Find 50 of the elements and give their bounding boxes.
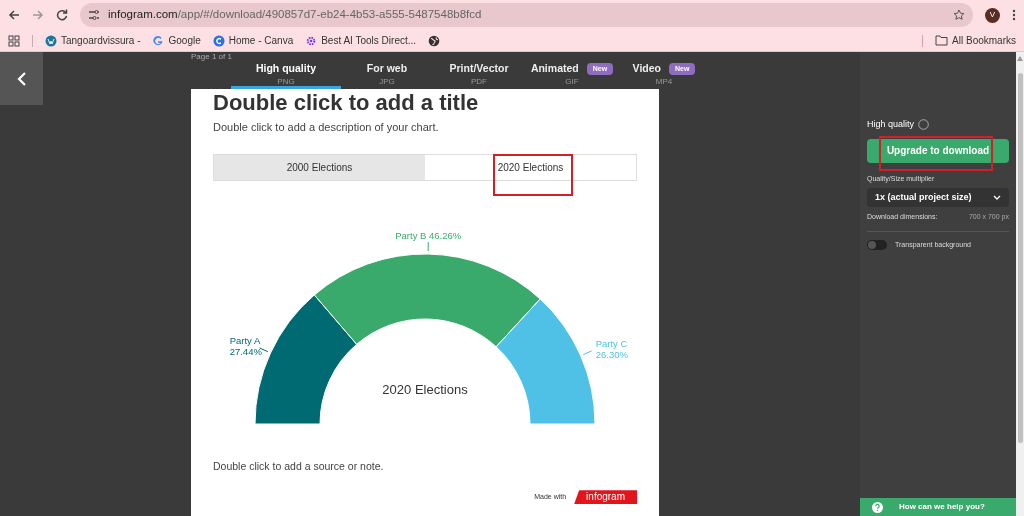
transparent-toggle[interactable] — [867, 239, 887, 250]
multiplier-select[interactable]: 1x (actual project size) — [867, 188, 1009, 207]
gear-icon — [305, 34, 318, 47]
globe-icon — [428, 34, 441, 47]
format-label: PNG — [277, 76, 295, 86]
question-icon — [872, 501, 883, 513]
bookmark-link[interactable]: Tangoardvissura - — [45, 33, 141, 48]
scroll-up-icon[interactable] — [1017, 56, 1023, 61]
bookmark-link[interactable] — [428, 34, 441, 47]
wordpress-icon — [45, 34, 57, 47]
all-bookmarks-link[interactable]: All Bookmarks — [935, 33, 1016, 48]
chart-center-label: 2020 Elections — [382, 381, 468, 397]
infogram-logo[interactable]: infogram — [574, 490, 637, 505]
bookmark-link[interactable]: Best AI Tools Direct... — [305, 33, 417, 48]
export-tab[interactable]: Print/Vector PDF — [433, 61, 525, 89]
profile-avatar[interactable]: V — [985, 7, 1000, 23]
chevron-down-icon — [993, 195, 1001, 200]
forward-icon[interactable] — [32, 9, 44, 21]
chevron-left-icon — [16, 71, 27, 86]
reload-icon[interactable] — [56, 9, 68, 21]
google-icon — [152, 34, 165, 47]
star-icon[interactable] — [953, 9, 965, 21]
slice-label: Party B 46.26% — [395, 229, 462, 241]
menu-icon[interactable] — [1012, 9, 1016, 21]
site-settings-icon[interactable] — [88, 9, 100, 21]
format-label: GIF — [565, 76, 579, 86]
bookmark-link[interactable]: Home - Canva — [212, 33, 294, 48]
format-label: PDF — [471, 76, 487, 86]
page-label: Page 1 of 1 — [191, 51, 232, 63]
address-bar[interactable]: infogram.com/app/#/download/490857d7-eb24-4b53-a555-5487548b8fcd — [80, 3, 973, 27]
chart-tab[interactable]: 2000 Elections — [214, 154, 425, 180]
bookmark-link[interactable]: Google — [152, 33, 201, 48]
format-label: MP4 — [655, 76, 673, 86]
apps-grid-icon[interactable] — [8, 34, 20, 47]
folder-icon — [935, 35, 949, 46]
chart-description: Double click to add a description of your chart. — [213, 120, 440, 135]
back-icon[interactable] — [8, 9, 20, 21]
source-note: Double click to add a source or note. — [213, 458, 385, 474]
format-label: JPG — [379, 76, 395, 86]
export-tab[interactable]: For web JPG — [341, 61, 433, 89]
canva-icon — [212, 34, 225, 47]
scrollbar-thumb[interactable] — [1017, 73, 1023, 443]
leader-line — [427, 241, 429, 252]
slice-label: Party A 27.44% — [229, 334, 262, 357]
panel-heading: High quality — [867, 118, 915, 131]
chart-title: Double click to add a title — [213, 89, 480, 117]
help-icon[interactable] — [918, 119, 930, 131]
leader-line — [582, 349, 593, 355]
url-text: infogram.com/app/#/download/490857d7-eb24-4b53-a555-5487548b8fcd — [108, 7, 483, 23]
slice-label: Party C 26.30% — [595, 337, 628, 360]
